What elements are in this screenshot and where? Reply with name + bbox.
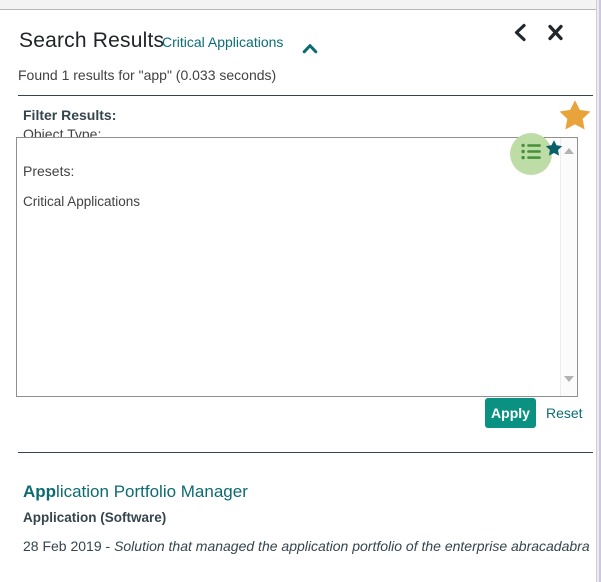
favorite-star-icon[interactable]: [558, 98, 592, 132]
top-window-strip: [0, 0, 601, 10]
result-date: 28 Feb 2019 -: [23, 538, 114, 554]
preset-star-icon[interactable]: [545, 139, 563, 157]
result-description: 28 Feb 2019 - Solution that managed the …: [23, 538, 590, 554]
presets-label: Presets:: [23, 163, 74, 179]
divider: [18, 95, 593, 96]
page-title: Search Results: [19, 29, 164, 53]
presets-dropdown-panel: [16, 137, 578, 397]
divider: [18, 452, 593, 453]
filter-results-label: Filter Results:: [23, 107, 116, 123]
reset-link[interactable]: Reset: [546, 405, 583, 421]
apply-button[interactable]: Apply: [485, 398, 536, 428]
scroll-down-icon[interactable]: [564, 376, 574, 382]
result-description-text: Solution that managed the application po…: [114, 538, 590, 554]
scroll-up-icon[interactable]: [564, 148, 574, 154]
result-title-rest: lication Portfolio Manager: [56, 482, 248, 501]
panel-scrollbar[interactable]: [560, 138, 577, 396]
close-icon[interactable]: [546, 23, 565, 42]
active-preset-link[interactable]: Critical Applications: [162, 34, 283, 50]
result-title-highlight: App: [23, 482, 56, 501]
window-scrollbar[interactable]: [597, 0, 601, 582]
results-summary: Found 1 results for "app" (0.033 seconds…: [18, 67, 276, 83]
result-title-link[interactable]: Application Portfolio Manager: [23, 482, 248, 502]
preset-item[interactable]: Critical Applications: [23, 194, 140, 209]
chevron-up-icon[interactable]: [302, 41, 318, 52]
list-icon: [521, 143, 542, 165]
back-icon[interactable]: [511, 23, 530, 42]
result-type: Application (Software): [23, 510, 166, 525]
